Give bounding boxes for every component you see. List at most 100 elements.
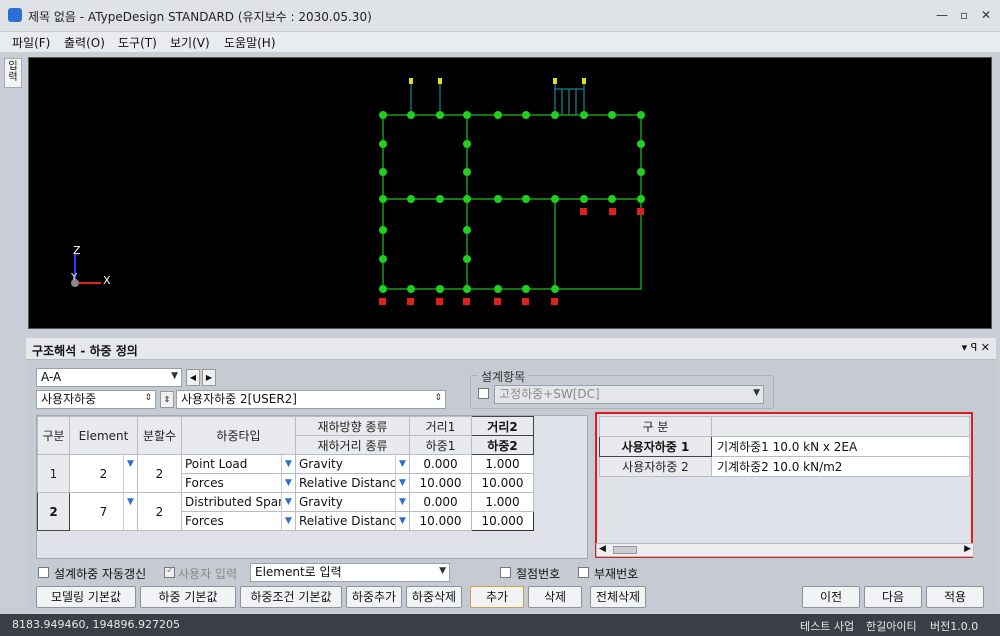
dropdown-arrow-icon[interactable]: ▼: [123, 493, 137, 530]
row-1-distance1[interactable]: 0.000: [409, 454, 472, 474]
row-2-load1[interactable]: 10.000: [409, 511, 472, 531]
structure-viewport[interactable]: Z Y X: [28, 57, 992, 329]
scroll-left-icon[interactable]: ◀: [599, 544, 606, 554]
row-1-type-b[interactable]: Forces ▼: [181, 473, 296, 493]
dropdown-arrow-icon[interactable]: ▼: [281, 512, 295, 530]
summary-row-2-desc[interactable]: 기계하중2 10.0 kN/m2: [711, 456, 970, 477]
status-company: 한길아이티: [866, 620, 917, 633]
menu-bar: 파일(F) 출력(O) 도구(T) 보기(V) 도움말(H): [0, 32, 1000, 52]
status-bar: 8183.949460, 194896.927205 테스트 사업 한길아이티 …: [0, 614, 1000, 636]
row-2-distance-type[interactable]: Relative Distance ▼: [295, 511, 410, 531]
menu-output[interactable]: 출력(O): [64, 34, 105, 51]
menu-file[interactable]: 파일(F): [12, 34, 50, 51]
dropdown-arrow-icon[interactable]: ▼: [281, 493, 295, 511]
row-1-load2[interactable]: 10.000: [471, 473, 534, 493]
user-input-checkbox[interactable]: ✓: [164, 565, 175, 578]
next-button[interactable]: 다음: [864, 586, 922, 608]
row-2-type-b[interactable]: Forces ▼: [181, 511, 296, 531]
scroll-thumb[interactable]: [613, 546, 637, 554]
dropdown-arrow-icon[interactable]: ▼: [395, 455, 409, 473]
scroll-right-icon[interactable]: ▶: [964, 544, 971, 554]
panel-controls[interactable]: ▾ ꟼ ✕: [962, 341, 990, 354]
modeling-default-button[interactable]: 모델링 기본값: [36, 586, 136, 608]
row-2-distance1[interactable]: 0.000: [409, 492, 472, 512]
row-1-distance2[interactable]: 1.000: [471, 454, 534, 474]
menu-help[interactable]: 도움말(H): [224, 34, 276, 51]
load-definition-panel: A-A ▼ ◀ ▶ 사용자하중 ⇕ ⇕ 사용자하중 2[USER2] ⇕ 설계항목 고…: [26, 360, 996, 612]
support-markers: [379, 208, 644, 305]
table-row[interactable]: 사용자하중 1 기계하중1 10.0 kN x 2EA: [599, 436, 970, 457]
dropdown-arrow-icon[interactable]: ▼: [395, 512, 409, 530]
delete-load-button[interactable]: 하중삭제: [406, 586, 462, 608]
summary-scrollbar[interactable]: ◀ ▶: [596, 543, 974, 557]
close-button[interactable]: ✕: [976, 6, 996, 24]
delete-button[interactable]: 삭제: [528, 586, 582, 608]
dropdown-arrow-icon[interactable]: ▼: [123, 455, 137, 492]
axis-x-label: X: [103, 274, 111, 287]
row-2-load2[interactable]: 10.000: [471, 511, 534, 531]
prev-button[interactable]: 이전: [802, 586, 860, 608]
node-number-checkbox[interactable]: [500, 567, 511, 578]
table-row[interactable]: 사용자하중 2 기계하중2 10.0 kN/m2: [599, 456, 970, 477]
header-distance1: 거리1: [409, 416, 472, 436]
design-item-label: 설계항목: [478, 368, 529, 385]
row-2-type-a[interactable]: Distributed Span ▼: [181, 492, 296, 512]
axis-z-label: Z: [73, 244, 81, 257]
member-select[interactable]: A-A ▼: [36, 368, 182, 387]
dropdown-arrow-icon[interactable]: ▼: [395, 474, 409, 492]
row-1-load1[interactable]: 10.000: [409, 473, 472, 493]
summary-table: 구 분 사용자하중 1 기계하중1 10.0 kN x 2EA 사용자하중 2 …: [599, 416, 970, 477]
summary-row-1-name: 사용자하중 1: [599, 436, 712, 457]
load-default-button[interactable]: 하중 기본값: [140, 586, 236, 608]
summary-row-1-desc[interactable]: 기계하중1 10.0 kN x 2EA: [711, 436, 970, 457]
frame-lines: [382, 114, 642, 290]
axis-gizmo: Z Y X: [70, 244, 111, 287]
member-number-checkbox[interactable]: [578, 567, 589, 578]
minimize-button[interactable]: —: [932, 6, 952, 24]
row-1-element[interactable]: 2 ▼: [69, 454, 138, 493]
row-1-distance-type[interactable]: Relative Distance ▼: [295, 473, 410, 493]
node-number-label: 절점번호: [516, 567, 561, 581]
next-member-button[interactable]: ▶: [202, 369, 216, 386]
header-gubun: 구분: [37, 416, 70, 455]
structure-drawing: Z Y X: [70, 78, 645, 305]
auto-update-label: 설계하중 자동갱신: [54, 567, 147, 581]
row-2-distance2[interactable]: 1.000: [471, 492, 534, 512]
row-1-direction[interactable]: Gravity ▼: [295, 454, 410, 474]
design-item-select[interactable]: 고정하중+SW[DC] ▼: [494, 385, 764, 404]
side-tab-input[interactable]: 입력: [4, 58, 22, 88]
delete-all-button[interactable]: 전체삭제: [590, 586, 646, 608]
load-condition-default-button[interactable]: 하중조건 기본값: [240, 586, 342, 608]
restore-button[interactable]: ▫: [954, 6, 974, 24]
add-load-button[interactable]: 하중추가: [346, 586, 402, 608]
design-item-checkbox[interactable]: [478, 388, 489, 399]
cursor-coordinates: 8183.949460, 194896.927205: [12, 618, 180, 631]
summary-header: 구 분: [599, 416, 712, 437]
menu-tools[interactable]: 도구(T): [118, 34, 157, 51]
user-input-label: 사용자 입력: [178, 567, 238, 581]
dropdown-arrow-icon[interactable]: ▼: [395, 493, 409, 511]
dropdown-arrow-icon[interactable]: ▼: [281, 455, 295, 473]
row-2-direction[interactable]: Gravity ▼: [295, 492, 410, 512]
status-project: 테스트 사업: [800, 620, 855, 633]
member-number-label: 부재번호: [594, 567, 639, 581]
title-bar: 제목 없음 - ATypeDesign STANDARD (유지보수 : 203…: [0, 0, 1000, 32]
case-name-select[interactable]: 사용자하중 2[USER2] ⇕: [176, 390, 446, 409]
window-title: 제목 없음 - ATypeDesign STANDARD (유지보수 : 203…: [28, 10, 372, 24]
prev-member-button[interactable]: ◀: [186, 369, 200, 386]
auto-update-checkbox[interactable]: [38, 567, 49, 578]
spinner-icon: ⇕: [144, 393, 152, 403]
summary-header-blank: [711, 416, 970, 437]
frame-nodes: [379, 111, 645, 293]
row-1-type-a[interactable]: Point Load ▼: [181, 454, 296, 474]
case-type-select[interactable]: 사용자하중 ⇕: [36, 390, 156, 409]
apply-button[interactable]: 적용: [926, 586, 984, 608]
row-1-divisions[interactable]: 2: [137, 454, 182, 493]
row-2-divisions[interactable]: 2: [137, 492, 182, 531]
row-2-element[interactable]: 7 ▼: [69, 492, 138, 531]
input-mode-select[interactable]: Element로 입력 ▼: [250, 563, 450, 582]
menu-view[interactable]: 보기(V): [170, 34, 210, 51]
add-button[interactable]: 추가: [470, 586, 524, 608]
dropdown-arrow-icon[interactable]: ▼: [281, 474, 295, 492]
case-type-spinner[interactable]: ⇕: [160, 391, 174, 408]
